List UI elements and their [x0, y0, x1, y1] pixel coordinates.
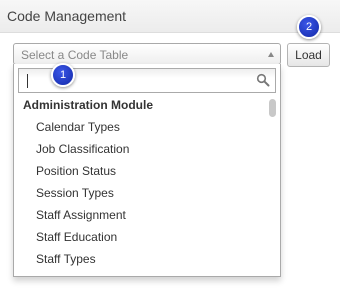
callout-badge-1: 1 [51, 63, 75, 87]
panel-title: Code Management [7, 8, 127, 24]
panel-header: Code Management [0, 0, 340, 33]
code-table-select-placeholder: Select a Code Table [21, 48, 129, 62]
up-arrow-icon [268, 52, 274, 57]
dropdown-scrollbar[interactable] [266, 94, 279, 276]
search-icon [256, 73, 270, 87]
code-management-panel: Code Management Select a Code Table Load… [0, 0, 340, 293]
option-session-types[interactable]: Session Types [14, 182, 266, 204]
option-staff-types[interactable]: Staff Types [14, 248, 266, 270]
dropdown-options-list: Administration Module Calendar Types Job… [14, 94, 266, 276]
option-calendar-types[interactable]: Calendar Types [14, 116, 266, 138]
text-cursor [27, 74, 28, 88]
load-button[interactable]: Load [287, 43, 330, 67]
option-staff-education[interactable]: Staff Education [14, 226, 266, 248]
option-staff-assignment[interactable]: Staff Assignment [14, 204, 266, 226]
option-position-status[interactable]: Position Status [14, 160, 266, 182]
code-table-select[interactable]: Select a Code Table [13, 43, 281, 65]
scrollbar-thumb[interactable] [269, 99, 276, 117]
callout-badge-2: 2 [297, 15, 321, 39]
option-job-classification[interactable]: Job Classification [14, 138, 266, 160]
code-table-dropdown: Administration Module Calendar Types Job… [13, 64, 281, 277]
option-group-label: Administration Module [23, 98, 153, 112]
